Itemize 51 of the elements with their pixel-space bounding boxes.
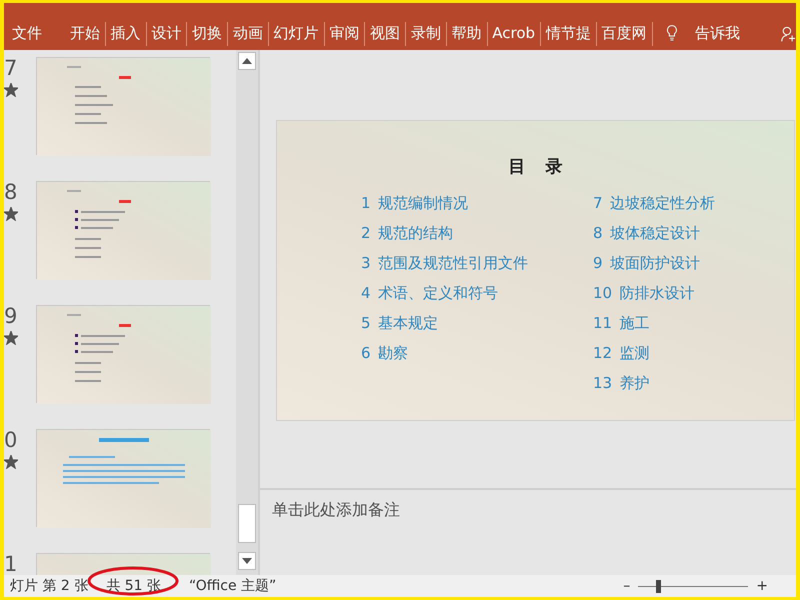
ribbon-tab[interactable]: 动画 — [228, 20, 268, 46]
ribbon-tab[interactable]: 插入 — [106, 20, 146, 46]
toc-item: 13 养护 — [593, 372, 651, 394]
slide-position: 灯片 第 2 张 — [10, 576, 88, 596]
toc-item: 5 基本规定 — [361, 312, 440, 334]
ribbon-tab[interactable]: 幻灯片 — [268, 20, 324, 46]
notes-placeholder[interactable]: 单击此处添加备注 — [272, 500, 400, 519]
scroll-thumb[interactable] — [238, 504, 256, 543]
toc-item: 10 防排水设计 — [593, 282, 696, 304]
theme-name: “Office 主题” — [188, 576, 276, 596]
toc-item: 1 规范编制情况 — [361, 192, 470, 214]
slide-thumbnail[interactable] — [36, 181, 210, 279]
toc-item: 6 勘察 — [361, 342, 410, 364]
slide-thumbnail[interactable] — [36, 57, 210, 155]
ribbon-tab[interactable]: 文件 — [6, 20, 47, 46]
tell-me-button[interactable]: 告诉我 — [690, 20, 746, 46]
toc-item: 11 施工 — [593, 312, 651, 334]
ribbon-tab[interactable]: Acrob — [487, 20, 540, 46]
slide-number: 7 — [4, 57, 18, 79]
down-arrow-icon — [242, 558, 252, 564]
ribbon-tab[interactable]: 录制 — [406, 20, 446, 46]
slide-thumbnail[interactable] — [36, 429, 210, 527]
scroll-down-button[interactable] — [238, 552, 256, 570]
ribbon-tab[interactable]: 设计 — [146, 20, 186, 46]
toc-item: 4 术语、定义和符号 — [361, 282, 500, 304]
zoom-out-button[interactable]: – — [619, 576, 634, 596]
ribbon-tab[interactable]: 百度网 — [596, 20, 652, 46]
toc-item: 9 坡面防护设计 — [593, 252, 702, 274]
ribbon-tab[interactable]: 开始 — [64, 20, 105, 46]
zoom-in-button[interactable]: + — [752, 576, 772, 596]
scroll-up-button[interactable] — [238, 52, 256, 70]
slide-thumbnail[interactable] — [36, 305, 210, 403]
zoom-slider-thumb[interactable] — [656, 580, 662, 593]
ribbon-tab[interactable]: 切换 — [187, 20, 228, 46]
ribbon-tab[interactable]: 审阅 — [324, 20, 364, 46]
slide-number: 1 — [4, 553, 18, 575]
slide-number: 8 — [4, 181, 18, 203]
ribbon-tab[interactable]: 视图 — [365, 20, 406, 46]
toc-item: 3 范围及规范性引用文件 — [361, 252, 530, 274]
ribbon-tab[interactable]: 情节提 — [540, 20, 596, 46]
zoom-slider[interactable] — [638, 579, 748, 593]
slide-number: 9 — [4, 305, 18, 327]
up-arrow-icon — [242, 58, 252, 64]
scrollbar[interactable] — [236, 50, 258, 575]
slide-number: 0 — [4, 429, 18, 451]
ribbon-tab[interactable]: 帮助 — [446, 20, 487, 46]
toc-item: 2 规范的结构 — [361, 222, 454, 244]
toc-item: 7 边坡稳定性分析 — [593, 192, 716, 214]
toc-item: 8 坡体稳定设计 — [593, 222, 702, 244]
toc-item: 12 监测 — [593, 342, 651, 364]
slide-title: 目 录 — [508, 156, 564, 179]
